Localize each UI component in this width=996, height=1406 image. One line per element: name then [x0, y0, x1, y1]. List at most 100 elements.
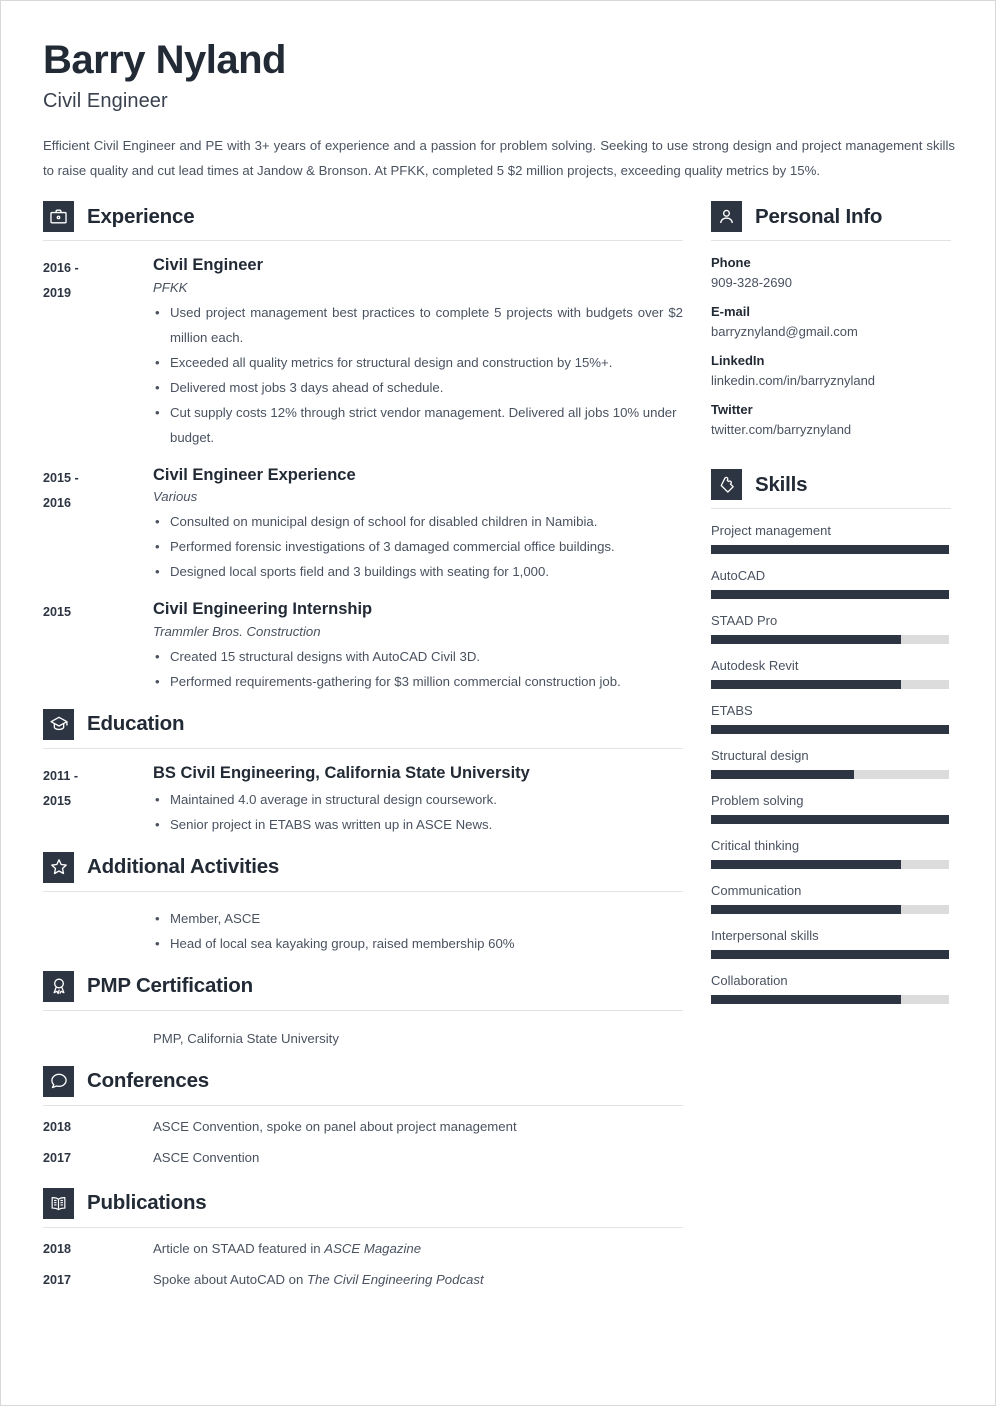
skill-bar-track: [711, 635, 949, 645]
publication-row: 2017 Spoke about AutoCAD on The Civil En…: [43, 1269, 683, 1291]
entry-date-start: 2015: [43, 605, 72, 620]
candidate-job-title: Civil Engineer: [43, 90, 168, 113]
skill-bar-track: [711, 590, 949, 600]
skill-bar-fill: [711, 950, 949, 960]
entry-date-start: 2016 -: [43, 261, 79, 276]
conference-text-plain: ASCE Convention, spoke on panel about pr…: [153, 1118, 517, 1134]
publication-text: Spoke about AutoCAD on The Civil Enginee…: [153, 1269, 484, 1291]
experience-entry: 2015 Civil Engineering Internship Tramml…: [43, 599, 683, 693]
section-pmp-certification: PMP Certification PMP, California State …: [43, 970, 683, 1051]
bullet-item: Head of local sea kayaking group, raised…: [153, 931, 683, 956]
entry-date-start: 2015 -: [43, 470, 79, 485]
award-ribbon-icon: [43, 970, 74, 1002]
certification-entry: PMP, California State University: [43, 1025, 683, 1051]
publication-year: 2018: [43, 1241, 72, 1256]
section-personal-info: Personal Info Phone 909-328-2690 E-mail …: [711, 201, 951, 439]
entry-role: Civil Engineer: [153, 256, 264, 275]
publication-text: Article on STAAD featured in ASCE Magazi…: [153, 1238, 421, 1260]
bullet-item: Maintained 4.0 average in structural des…: [153, 787, 683, 812]
entry-body: Civil Engineer PFKK Used project managem…: [153, 255, 683, 449]
skill-item: Problem solving: [711, 793, 951, 825]
skill-item: AutoCAD: [711, 568, 951, 600]
conference-text: ASCE Convention: [153, 1147, 259, 1169]
skill-bar-fill: [711, 590, 949, 600]
education-entry: 2011 - 2015 BS Civil Engineering, Califo…: [43, 763, 683, 837]
personal-info-field: Phone 909-328-2690: [711, 255, 951, 292]
resume-body: Experience 2016 - 2019 Civil Engineer PF…: [43, 201, 953, 1300]
bullet-item: Senior project in ETABS was written up i…: [153, 812, 683, 837]
conference-text: ASCE Convention, spoke on panel about pr…: [153, 1116, 517, 1138]
skill-bar-fill: [711, 905, 902, 915]
entry-dates-spacer: [43, 1025, 153, 1026]
conference-text-plain: ASCE Convention: [153, 1149, 260, 1165]
experience-entry: 2016 - 2019 Civil Engineer PFKK Used pro…: [43, 255, 683, 449]
entry-bullet-list: Used project management best practices t…: [153, 300, 683, 450]
skill-bar-track: [711, 545, 949, 555]
skill-bar-track: [711, 815, 949, 825]
skill-item: Interpersonal skills: [711, 928, 951, 960]
section-title-publications: Publications: [87, 1191, 207, 1215]
personal-info-field: LinkedIn linkedin.com/in/barryznyland: [711, 353, 951, 390]
skill-item: Project management: [711, 523, 951, 555]
publication-text-italic: The Civil Engineering Podcast: [306, 1271, 484, 1287]
publication-text-plain: Spoke about AutoCAD on: [153, 1271, 307, 1287]
open-book-icon: [43, 1187, 74, 1219]
section-conferences: Conferences 2018 ASCE Convention, spoke …: [43, 1065, 683, 1169]
certification-text: PMP, California State University: [153, 1030, 339, 1046]
resume-page: Barry Nyland Civil Engineer Efficient Ci…: [0, 0, 996, 1406]
entry-bullet-list: Maintained 4.0 average in structural des…: [153, 787, 683, 837]
skill-label: Collaboration: [711, 973, 788, 989]
skill-bar-track: [711, 995, 949, 1005]
experience-entry: 2015 - 2016 Civil Engineer Experience Va…: [43, 465, 683, 584]
section-header-skills: Skills: [711, 469, 951, 510]
bullet-item: Cut supply costs 12% through strict vend…: [153, 400, 683, 450]
personal-info-field: Twitter twitter.com/barryznyland: [711, 402, 951, 439]
entry-dates: 2015 - 2016: [43, 465, 153, 516]
skill-item: Collaboration: [711, 973, 951, 1005]
section-header-education: Education: [43, 708, 683, 749]
section-skills: Skills Project management AutoCAD STAAD Pr…: [711, 469, 951, 1005]
entry-dates: 2016 - 2019: [43, 255, 153, 306]
briefcase-icon: [43, 201, 74, 233]
skill-label: Autodesk Revit: [711, 658, 799, 674]
degree-title: BS Civil Engineering, California State U…: [153, 763, 530, 782]
field-label-email: E-mail: [711, 304, 751, 320]
skill-bar-fill: [711, 635, 902, 645]
entry-organization: PFKK: [153, 279, 188, 295]
conference-year: 2017: [43, 1150, 72, 1165]
section-title-pmp-certification: PMP Certification: [87, 974, 253, 998]
field-value-linkedin[interactable]: linkedin.com/in/barryznyland: [711, 371, 951, 390]
sidebar-column: Personal Info Phone 909-328-2690 E-mail …: [711, 201, 951, 1018]
entry-dates: 2015: [43, 599, 153, 625]
skills-list: Project management AutoCAD STAAD Pro Autode…: [711, 523, 951, 1005]
section-title-experience: Experience: [87, 204, 195, 228]
section-header-additional-activities: Additional Activities: [43, 851, 683, 892]
field-value-email[interactable]: barryznyland@gmail.com: [711, 322, 951, 341]
person-icon: [711, 201, 742, 233]
field-value-twitter[interactable]: twitter.com/barryznyland: [711, 420, 951, 439]
skill-bar-track: [711, 770, 949, 780]
personal-info-field: E-mail barryznyland@gmail.com: [711, 304, 951, 341]
entry-role: Civil Engineer Experience: [153, 465, 356, 484]
skill-bar-fill: [711, 770, 854, 780]
entry-body: Member, ASCE Head of local sea kayaking …: [153, 906, 683, 956]
bullet-item: Performed forensic investigations of 3 d…: [153, 534, 683, 559]
field-label-phone: Phone: [711, 255, 751, 271]
bullet-item: Designed local sports field and 3 buildi…: [153, 559, 683, 584]
entry-organization: Trammler Bros. Construction: [153, 623, 321, 639]
field-label-twitter: Twitter: [711, 402, 753, 418]
skill-label: Project management: [711, 523, 831, 539]
skill-item: ETABS: [711, 703, 951, 735]
skill-label: ETABS: [711, 703, 753, 719]
field-value-phone: 909-328-2690: [711, 275, 792, 291]
field-label-linkedin: LinkedIn: [711, 353, 765, 369]
skill-item: Communication: [711, 883, 951, 915]
entry-bullet-list: Created 15 structural designs with AutoC…: [153, 644, 683, 694]
section-header-personal-info: Personal Info: [711, 201, 951, 242]
candidate-name: Barry Nyland: [43, 38, 286, 82]
skill-label: Structural design: [711, 748, 809, 764]
entry-body: Civil Engineering Internship Trammler Br…: [153, 599, 683, 693]
skill-bar-fill: [711, 860, 902, 870]
skill-label: Interpersonal skills: [711, 928, 819, 944]
entry-date-end: 2015: [43, 793, 72, 808]
